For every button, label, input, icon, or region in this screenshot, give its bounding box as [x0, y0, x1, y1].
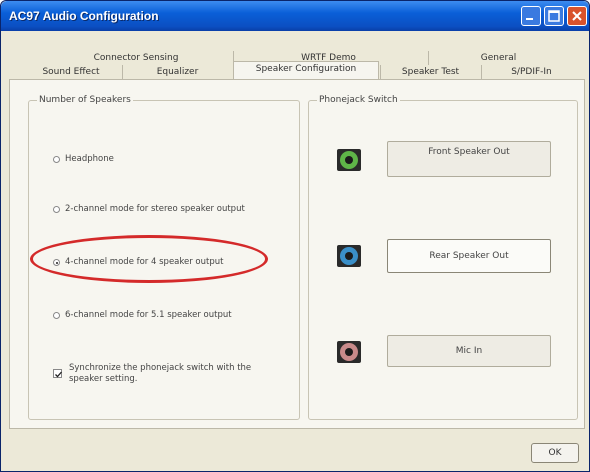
- maximize-icon: [548, 10, 560, 22]
- sync-label-line2: speaker setting.: [69, 374, 138, 384]
- tab-sound-effect[interactable]: Sound Effect: [21, 65, 121, 79]
- phonejack-group-title: Phonejack Switch: [317, 95, 400, 105]
- ok-button[interactable]: OK: [531, 443, 579, 463]
- front-speaker-out-button[interactable]: Front Speaker Out: [387, 141, 551, 177]
- radio-6-channel[interactable]: [53, 312, 60, 319]
- radio-2-channel[interactable]: [53, 206, 60, 213]
- tab-general[interactable]: General: [428, 51, 568, 65]
- minimize-icon: [526, 18, 533, 20]
- app-window: AC97 Audio Configuration Connector Sensi…: [0, 0, 590, 472]
- tab-speaker-configuration[interactable]: Speaker Configuration: [233, 61, 379, 79]
- sync-checkbox[interactable]: [53, 369, 62, 378]
- radio-headphone[interactable]: [53, 156, 60, 163]
- maximize-button[interactable]: [544, 6, 564, 26]
- mic-jack-icon: [337, 341, 361, 363]
- tab-equalizer[interactable]: Equalizer: [122, 65, 232, 79]
- phonejack-group: Phonejack Switch Front Speaker Out Rear …: [308, 95, 578, 420]
- close-button[interactable]: [567, 6, 587, 26]
- rear-speaker-out-button[interactable]: Rear Speaker Out: [387, 239, 551, 273]
- checkmark-icon: [55, 371, 62, 378]
- window-title: AC97 Audio Configuration: [9, 9, 159, 23]
- close-icon: [572, 11, 582, 21]
- highlight-circle: [30, 235, 268, 283]
- tab-speaker-test[interactable]: Speaker Test: [380, 65, 480, 79]
- option-6-channel-label: 6-channel mode for 5.1 speaker output: [65, 310, 232, 320]
- minimize-button[interactable]: [521, 6, 541, 26]
- title-bar[interactable]: AC97 Audio Configuration: [1, 1, 589, 31]
- mic-in-button[interactable]: Mic In: [387, 335, 551, 367]
- option-headphone-label: Headphone: [65, 154, 114, 164]
- speakers-group-title: Number of Speakers: [37, 95, 133, 105]
- sync-label-line1: Synchronize the phonejack switch with th…: [69, 363, 252, 373]
- rear-jack-icon: [337, 245, 361, 267]
- option-2-channel-label: 2-channel mode for stereo speaker output: [65, 204, 245, 214]
- front-jack-icon: [337, 149, 361, 171]
- tab-connector-sensing[interactable]: Connector Sensing: [71, 51, 201, 65]
- tab-spdif-in[interactable]: S/PDIF-In: [481, 65, 581, 79]
